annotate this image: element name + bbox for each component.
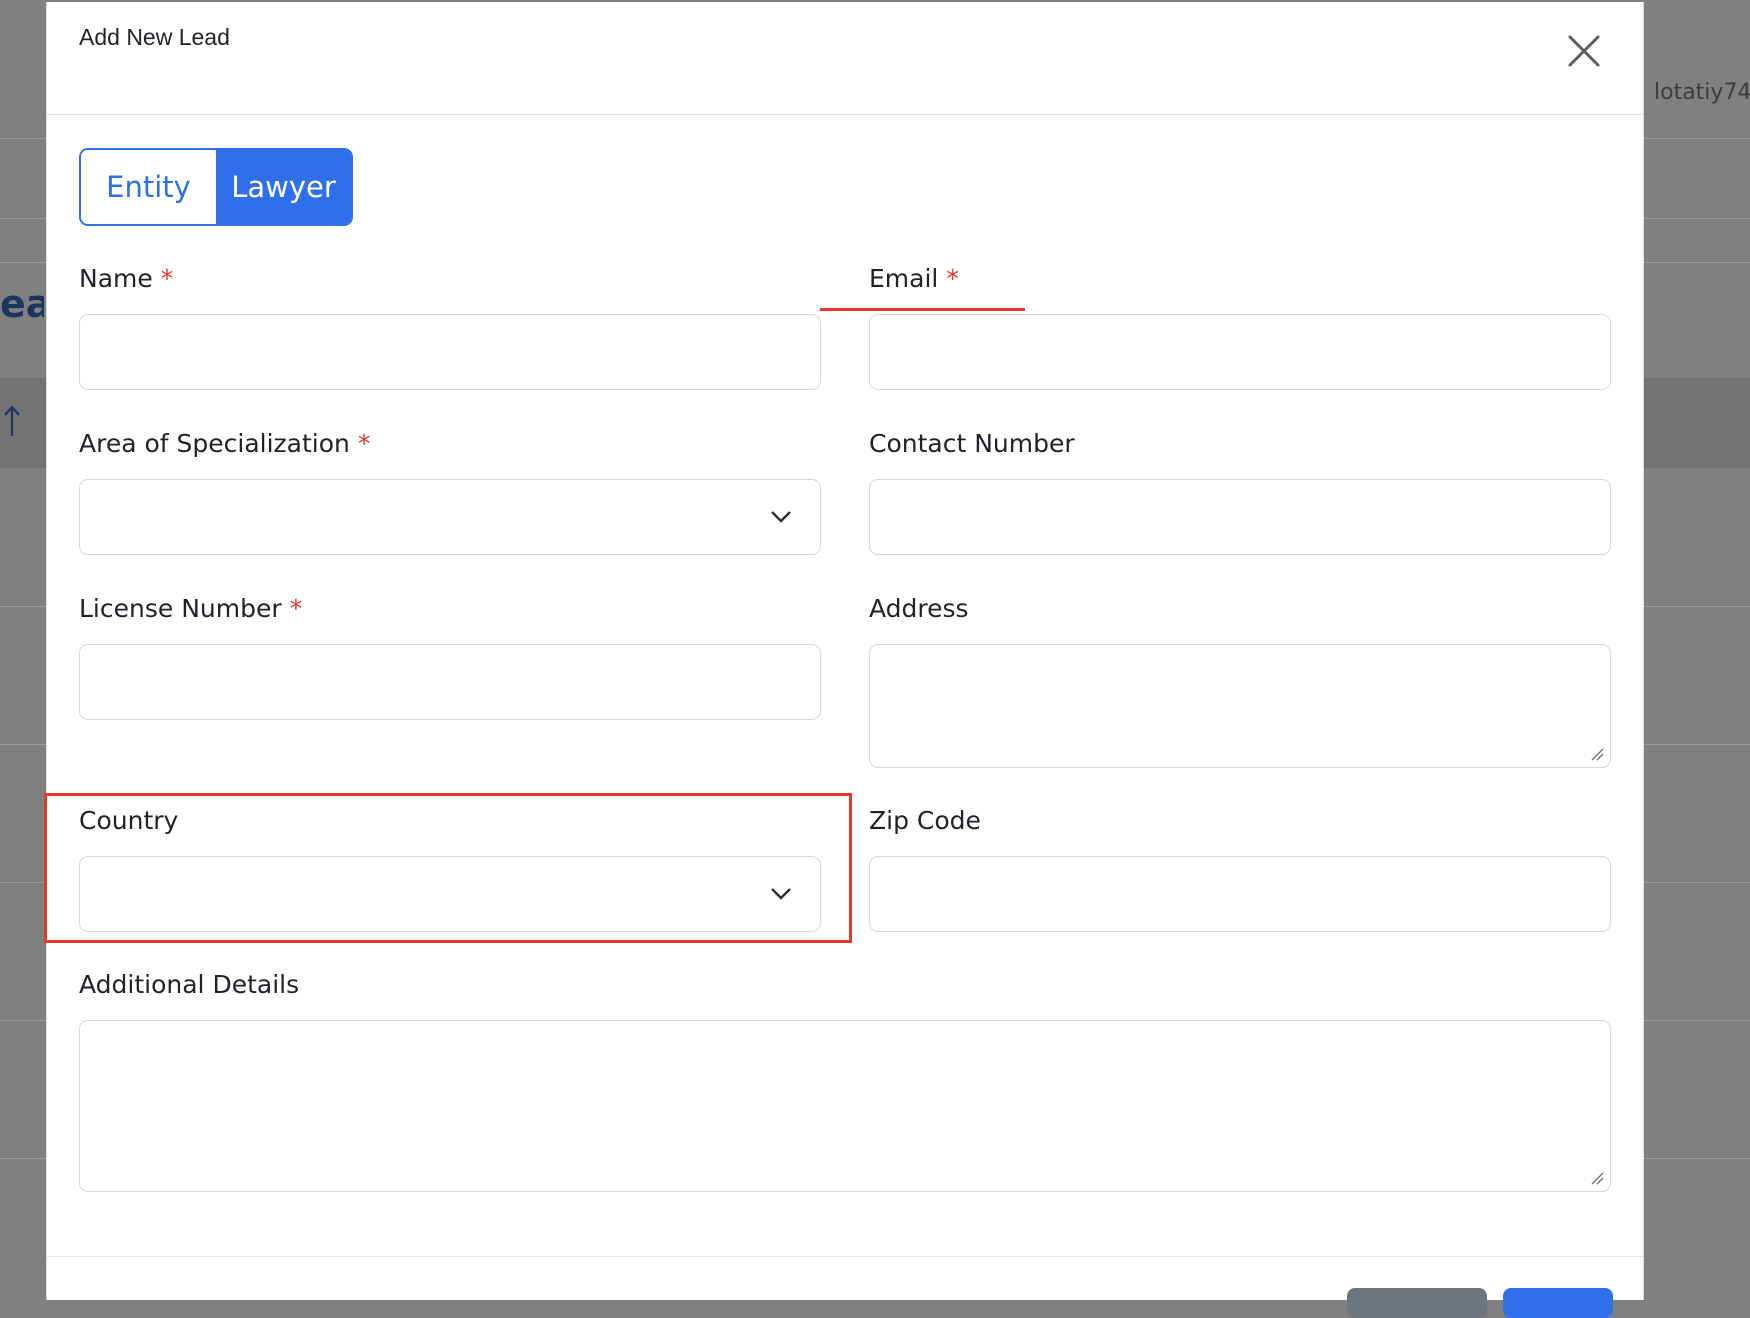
email-label: Email * (869, 264, 959, 293)
contact-number-label: Contact Number (869, 429, 1075, 458)
modal-footer-divider (47, 1256, 1643, 1257)
close-icon[interactable] (1565, 32, 1603, 70)
zip-code-label: Zip Code (869, 806, 981, 835)
country-select[interactable] (79, 856, 821, 932)
email-input[interactable] (869, 314, 1611, 390)
area-of-specialization-label-text: Area of Specialization (79, 429, 350, 458)
zip-code-input[interactable] (869, 856, 1611, 932)
required-asterisk: * (357, 429, 371, 458)
chevron-down-icon (771, 888, 791, 900)
lead-type-toggle: Entity Lawyer (79, 148, 353, 226)
user-name: lotatiy74 (1654, 80, 1750, 105)
resize-grip-icon[interactable] (1590, 1171, 1604, 1185)
required-asterisk: * (160, 264, 174, 293)
area-of-specialization-select[interactable] (79, 479, 821, 555)
address-textarea[interactable] (869, 644, 1611, 768)
resize-grip-icon[interactable] (1590, 747, 1604, 761)
additional-details-textarea[interactable] (79, 1020, 1611, 1192)
toggle-entity[interactable]: Entity (81, 150, 216, 224)
address-label: Address (869, 594, 969, 623)
required-asterisk: * (289, 594, 303, 623)
chevron-down-icon (771, 511, 791, 523)
email-label-text: Email (869, 264, 939, 293)
email-underline (820, 308, 1025, 311)
modal-title: Add New Lead (79, 24, 230, 50)
name-label-text: Name (79, 264, 153, 293)
name-input[interactable] (79, 314, 821, 390)
submit-button[interactable] (1503, 1288, 1613, 1318)
area-of-specialization-label: Area of Specialization * (79, 429, 370, 458)
cancel-button[interactable] (1347, 1288, 1487, 1318)
country-label: Country (79, 806, 179, 835)
modal-header: Add New Lead (47, 2, 1643, 115)
license-number-input[interactable] (79, 644, 821, 720)
required-asterisk: * (946, 264, 959, 293)
additional-details-label: Additional Details (79, 970, 300, 999)
name-label: Name * (79, 264, 173, 293)
license-number-label-text: License Number (79, 594, 282, 623)
license-number-label: License Number * (79, 594, 302, 623)
sort-arrow-icon (4, 405, 20, 436)
add-lead-modal: Add New Lead Entity Lawyer Name * Email * … (44, 2, 1644, 1318)
page-heading: ead (0, 282, 44, 326)
toggle-lawyer[interactable]: Lawyer (216, 150, 351, 224)
contact-number-input[interactable] (869, 479, 1611, 555)
